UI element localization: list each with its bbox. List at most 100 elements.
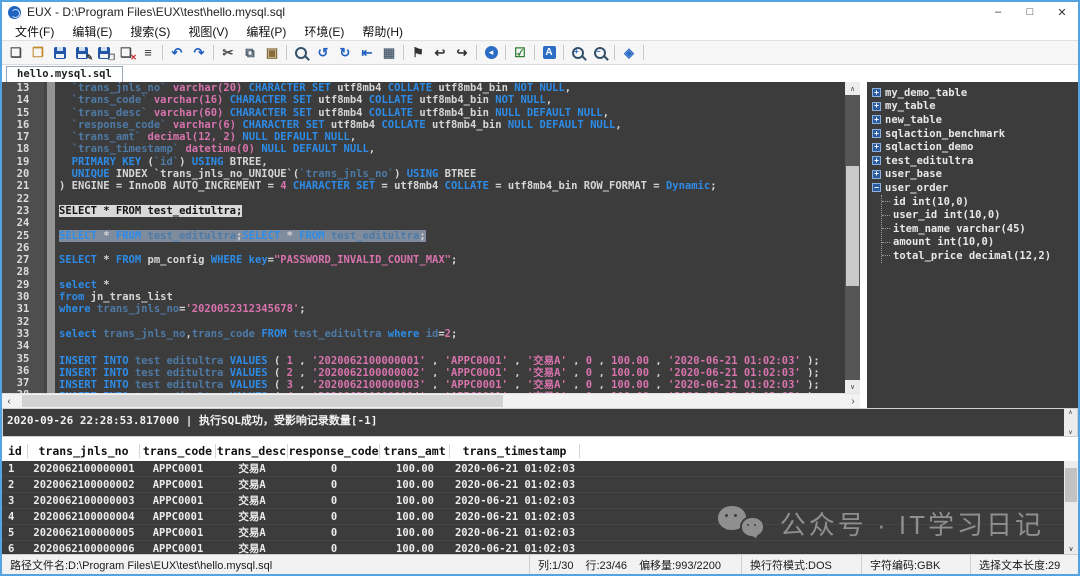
maximize-button[interactable]: □ [1014,2,1046,22]
copy-button[interactable]: ⧉ [239,43,261,63]
redo-button[interactable]: ↷ [188,43,210,63]
results-scrollbar[interactable]: ∨ [1064,461,1078,554]
scroll-up-icon[interactable]: ∧ [1068,409,1072,416]
code-line[interactable]: 31where trans_jnls_no='2020052312345678'… [2,303,845,315]
code-editor[interactable]: 13 `trans_jnls_no` varchar(20) CHARACTER… [2,82,860,393]
scroll-right-icon[interactable]: › [846,394,860,408]
expand-icon[interactable]: + [872,143,881,152]
table-row[interactable]: 62020062100000006APPC0001交易A0100.002020-… [2,541,1078,554]
table-row[interactable]: 22020062100000002APPC0001交易A0100.002020-… [2,477,1078,493]
minimize-button[interactable]: – [982,2,1014,22]
scroll-down-icon[interactable]: ∨ [1068,429,1072,436]
editor-vertical-scrollbar[interactable]: ∧ ∨ [845,82,860,393]
find-previous-button[interactable]: ↺ [312,43,334,63]
scroll-track[interactable] [16,394,846,408]
incremental-search-button[interactable]: ⇤ [356,43,378,63]
close-file-button[interactable]: ❏✕ [115,43,137,63]
previous-bookmark-button[interactable]: ↩ [429,43,451,63]
open-file-button[interactable]: ❐ [27,43,49,63]
find-button[interactable] [290,43,312,63]
code-line[interactable]: 23SELECT * FROM test_editultra; [2,205,845,217]
scroll-thumb[interactable] [1065,468,1077,501]
code-line[interactable]: 18 `trans_timestamp` datetime(0) NULL DE… [2,143,845,155]
code-line[interactable]: 15 `trans_desc` varchar(60) CHARACTER SE… [2,107,845,119]
code-line[interactable]: 26 [2,242,845,254]
tree-item-sqlaction_benchmark[interactable]: +sqlaction_benchmark [872,127,1078,141]
code-line[interactable]: 33select trans_jnls_no,trans_code FROM t… [2,328,845,340]
zoom-out-button[interactable]: − [589,43,611,63]
syntax-check-button[interactable]: ☑ [509,43,531,63]
tree-item-my_table[interactable]: +my_table [872,100,1078,114]
collapse-icon[interactable]: − [872,183,881,192]
tree-item-my_demo_table[interactable]: +my_demo_table [872,86,1078,100]
code-line[interactable]: 37INSERT INTO test_editultra VALUES ( 3 … [2,377,845,389]
tree-column-item[interactable]: user_id int(10,0) [882,208,1078,222]
tree-item-test_editultra[interactable]: +test_editultra [872,154,1078,168]
save-as-button[interactable]: ✎ [71,43,93,63]
tree-item-new_table[interactable]: +new_table [872,113,1078,127]
panel-splitter[interactable] [860,82,867,408]
find-next-button[interactable]: ↻ [334,43,356,63]
code-line[interactable]: 34 [2,340,845,352]
bookmark-button[interactable]: ⚑ [407,43,429,63]
column-header-trans_amt[interactable]: trans_amt [380,444,450,458]
tree-column-item[interactable]: item_name varchar(45) [882,222,1078,236]
code-line[interactable]: 22 [2,193,845,205]
close-button[interactable]: ✕ [1046,2,1078,22]
menu-item-s[interactable]: 搜索(S) [121,23,179,40]
scroll-thumb[interactable] [846,166,859,286]
code-line[interactable]: 20 UNIQUE INDEX `trans_jnls_no_UNIQUE`(`… [2,168,845,180]
menu-item-h[interactable]: 帮助(H) [353,23,412,40]
expand-icon[interactable]: + [872,170,881,179]
about-button[interactable]: ◈ [618,43,640,63]
document-outline-button[interactable]: ≡ [137,43,159,63]
tree-column-item[interactable]: id int(10,0) [882,195,1078,209]
tree-column-item[interactable]: amount int(10,0) [882,236,1078,250]
menu-item-p[interactable]: 编程(P) [237,23,295,40]
scroll-left-icon[interactable]: ‹ [2,394,16,408]
menu-item-f[interactable]: 文件(F) [6,23,63,40]
code-line[interactable]: 24 [2,217,845,229]
go-back-button[interactable]: ◂ [480,43,502,63]
scroll-down-icon[interactable]: ∨ [1064,543,1078,554]
table-row[interactable]: 12020062100000001APPC0001交易A0100.002020-… [2,461,1078,477]
code-line[interactable]: 36INSERT INTO test_editultra VALUES ( 2 … [2,365,845,377]
code-line[interactable]: 27SELECT * FROM pm_config WHERE key="PAS… [2,254,845,266]
code-line[interactable]: 25SELECT * FROM test_editultra;SELECT * … [2,230,845,242]
zoom-in-button[interactable]: + [567,43,589,63]
column-header-response_code[interactable]: response_code [288,444,380,458]
code-line[interactable]: 19 PRIMARY KEY (`id`) USING BTREE, [2,156,845,168]
console-scrollbar[interactable]: ∧∨ [1064,409,1077,436]
code-line[interactable]: 13 `trans_jnls_no` varchar(20) CHARACTER… [2,82,845,94]
expand-icon[interactable]: + [872,115,881,124]
expand-icon[interactable]: + [872,156,881,165]
column-header-trans_timestamp[interactable]: trans_timestamp [450,444,580,458]
next-bookmark-button[interactable]: ↪ [451,43,473,63]
menu-item-v[interactable]: 视图(V) [179,23,237,40]
code-line[interactable]: 32 [2,316,845,328]
code-line[interactable]: 29select * [2,279,845,291]
code-line[interactable]: 30from jn_trans_list [2,291,845,303]
new-file-button[interactable]: ❏ [5,43,27,63]
column-header-trans_desc[interactable]: trans_desc [216,444,288,458]
tree-item-user_base[interactable]: +user_base [872,168,1078,182]
code-line[interactable]: 35INSERT INTO test_editultra VALUES ( 1 … [2,353,845,365]
replace-button[interactable]: ▦ [378,43,400,63]
undo-button[interactable]: ↶ [166,43,188,63]
cut-button[interactable]: ✂ [217,43,239,63]
code-line[interactable]: 17 `trans_amt` decimal(12, 2) NULL DEFAU… [2,131,845,143]
tree-item-sqlaction_demo[interactable]: +sqlaction_demo [872,140,1078,154]
code-line[interactable]: 16 `response_code` varchar(6) CHARACTER … [2,119,845,131]
tree-item-user_order[interactable]: −user_order [872,181,1078,195]
column-header-trans_jnls_no[interactable]: trans_jnls_no [28,444,140,458]
tree-column-item[interactable]: total_price decimal(12,2) [882,249,1078,263]
scroll-up-icon[interactable]: ∧ [845,82,860,95]
menu-item-e[interactable]: 环境(E) [295,23,353,40]
tab-hello-mysql-sql[interactable]: hello.mysql.sql [6,66,123,82]
encoding-convert-button[interactable]: A [538,43,560,63]
expand-icon[interactable]: + [872,88,881,97]
scroll-track[interactable] [845,95,860,380]
paste-button[interactable]: ▣ [261,43,283,63]
code-line[interactable]: 21) ENGINE = InnoDB AUTO_INCREMENT = 4 C… [2,180,845,192]
expand-icon[interactable]: + [872,129,881,138]
